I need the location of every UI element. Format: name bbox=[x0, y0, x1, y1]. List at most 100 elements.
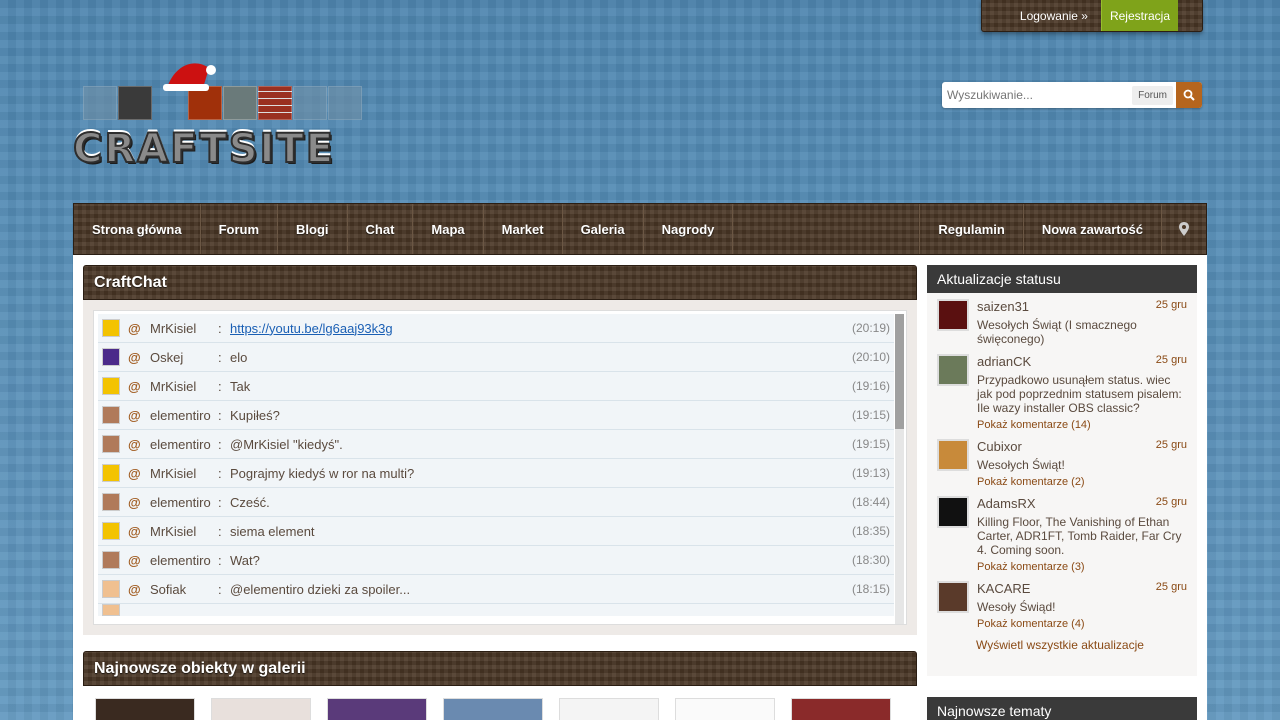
status-date[interactable]: 25 gru bbox=[1156, 299, 1187, 314]
status-author[interactable]: adrianCK bbox=[977, 354, 1031, 369]
chat-nick[interactable]: MrKisiel bbox=[150, 321, 218, 336]
login-link[interactable]: Logowanie » bbox=[1020, 9, 1088, 23]
show-comments-link[interactable]: Pokaż komentarze (2) bbox=[977, 476, 1187, 488]
avatar[interactable] bbox=[937, 354, 969, 386]
status-date[interactable]: 25 gru bbox=[1156, 581, 1187, 596]
avatar[interactable] bbox=[937, 581, 969, 613]
nav-location[interactable] bbox=[1162, 204, 1206, 254]
chat-row: @ MrKisiel: https://youtu.be/lg6aaj93k3g (2… bbox=[98, 314, 894, 343]
chat-nick[interactable]: MrKisiel bbox=[150, 466, 218, 481]
status-date[interactable]: 25 gru bbox=[1156, 439, 1187, 454]
gallery-thumb[interactable] bbox=[211, 698, 311, 720]
mention-button[interactable]: @ bbox=[128, 379, 150, 394]
mention-button[interactable]: @ bbox=[128, 437, 150, 452]
status-text: Wesoły Świąd! bbox=[977, 600, 1056, 614]
chat-row-partial bbox=[98, 604, 894, 616]
show-all-status-link[interactable]: Wyświetl wszystkie aktualizacje bbox=[937, 638, 1187, 652]
gallery-thumb[interactable] bbox=[675, 698, 775, 720]
chat-avatar[interactable] bbox=[102, 464, 120, 482]
site-logo[interactable]: CRAFTSITE bbox=[72, 58, 393, 176]
mention-button[interactable]: @ bbox=[128, 495, 150, 510]
gallery-thumb[interactable] bbox=[791, 698, 891, 720]
logo-text: CRAFTSITE bbox=[72, 125, 336, 173]
chat-row: @ MrKisiel: Pograjmy kiedyś w ror na multi… bbox=[98, 459, 894, 488]
avatar[interactable] bbox=[937, 496, 969, 528]
mention-button[interactable]: @ bbox=[128, 350, 150, 365]
status-author[interactable]: Cubixor bbox=[977, 439, 1022, 454]
avatar[interactable] bbox=[937, 439, 969, 471]
chat-nick[interactable]: Sofiak bbox=[150, 582, 218, 597]
main-nav: Strona główna Forum Blogi Chat Mapa Mark… bbox=[73, 203, 1207, 255]
chat-nick[interactable]: elementiro bbox=[150, 408, 218, 423]
chat-avatar[interactable] bbox=[102, 551, 120, 569]
chat-nick[interactable]: MrKisiel bbox=[150, 379, 218, 394]
nav-awards[interactable]: Nagrody bbox=[644, 204, 734, 254]
status-author[interactable]: saizen31 bbox=[977, 299, 1029, 314]
status-author[interactable]: AdamsRX bbox=[977, 496, 1036, 511]
chat-avatar[interactable] bbox=[102, 348, 120, 366]
chat-avatar[interactable] bbox=[102, 406, 120, 424]
mention-button[interactable]: @ bbox=[128, 408, 150, 423]
show-comments-link[interactable]: Pokaż komentarze (14) bbox=[977, 419, 1187, 431]
chat-nick[interactable]: elementiro bbox=[150, 495, 218, 510]
chat-time: (18:44) bbox=[851, 495, 890, 509]
status-block: Aktualizacje statusu saizen31 25 gru Wesoł… bbox=[927, 265, 1197, 676]
chat-avatar[interactable] bbox=[102, 319, 120, 337]
show-comments-link[interactable]: Pokaż komentarze (3) bbox=[977, 561, 1187, 573]
status-date[interactable]: 25 gru bbox=[1156, 354, 1187, 369]
nav-market[interactable]: Market bbox=[484, 204, 563, 254]
chat-row: @ Oskej: elo (20:10) bbox=[98, 343, 894, 372]
chat-row: @ Sofiak: @elementiro dzieki za spoiler...… bbox=[98, 575, 894, 604]
nav-rules[interactable]: Regulamin bbox=[920, 204, 1024, 254]
nav-gallery[interactable]: Galeria bbox=[563, 204, 644, 254]
gallery-thumb[interactable] bbox=[95, 698, 195, 720]
chat-avatar[interactable] bbox=[102, 377, 120, 395]
show-comments-link[interactable]: Pokaż komentarze (4) bbox=[977, 618, 1187, 630]
chat-scrollbar[interactable] bbox=[895, 314, 904, 624]
chat-message: siema element bbox=[230, 523, 315, 539]
search-input[interactable] bbox=[942, 88, 1133, 102]
nav-chat[interactable]: Chat bbox=[348, 204, 414, 254]
status-author[interactable]: KACARE bbox=[977, 581, 1030, 596]
status-text: Wesołych Świąt! bbox=[977, 458, 1065, 472]
nav-home[interactable]: Strona główna bbox=[74, 204, 201, 254]
mention-button[interactable]: @ bbox=[128, 321, 150, 336]
gallery-thumb[interactable] bbox=[559, 698, 659, 720]
chat-time: (20:10) bbox=[851, 350, 890, 364]
nav-forum[interactable]: Forum bbox=[201, 204, 279, 254]
status-item: Cubixor 25 gru Wesołych Świąt! Pokaż koment… bbox=[937, 439, 1187, 488]
chat-time: (19:15) bbox=[851, 408, 890, 422]
status-date[interactable]: 25 gru bbox=[1156, 496, 1187, 511]
chat-nick[interactable]: elementiro bbox=[150, 437, 218, 452]
mention-button[interactable]: @ bbox=[128, 524, 150, 539]
status-item: KACARE 25 gru Wesoły Świąd! Pokaż komentarz… bbox=[937, 581, 1187, 630]
search-button[interactable] bbox=[1176, 82, 1202, 108]
chat-avatar[interactable] bbox=[102, 435, 120, 453]
register-button[interactable]: Rejestracja bbox=[1100, 0, 1178, 31]
mention-button[interactable]: @ bbox=[128, 582, 150, 597]
chat-colon: : bbox=[218, 407, 222, 423]
chat-scroll-thumb[interactable] bbox=[895, 314, 904, 429]
chat-avatar bbox=[102, 604, 120, 616]
chat-nick[interactable]: MrKisiel bbox=[150, 524, 218, 539]
nav-blogs[interactable]: Blogi bbox=[278, 204, 348, 254]
chat-message[interactable]: https://youtu.be/lg6aaj93k3g bbox=[230, 321, 852, 336]
nav-new-content[interactable]: Nowa zawartość bbox=[1024, 204, 1162, 254]
avatar[interactable] bbox=[937, 299, 969, 331]
mention-button[interactable]: @ bbox=[128, 553, 150, 568]
chat-avatar[interactable] bbox=[102, 522, 120, 540]
chat-message: @MrKisiel "kiedyś". bbox=[230, 436, 343, 452]
chat-nick[interactable]: Oskej bbox=[150, 350, 218, 365]
chat-colon: : bbox=[218, 349, 222, 365]
chat-avatar[interactable] bbox=[102, 493, 120, 511]
chat-avatar[interactable] bbox=[102, 580, 120, 598]
gallery-thumb[interactable] bbox=[327, 698, 427, 720]
topics-title: Najnowsze tematy bbox=[927, 697, 1197, 720]
nav-map[interactable]: Mapa bbox=[413, 204, 484, 254]
topics-block: Najnowsze tematy bbox=[927, 697, 1197, 720]
gallery-thumb[interactable] bbox=[443, 698, 543, 720]
search-scope[interactable]: Forum bbox=[1132, 85, 1173, 105]
chat-colon: : bbox=[218, 523, 222, 539]
chat-nick[interactable]: elementiro bbox=[150, 553, 218, 568]
mention-button[interactable]: @ bbox=[128, 466, 150, 481]
